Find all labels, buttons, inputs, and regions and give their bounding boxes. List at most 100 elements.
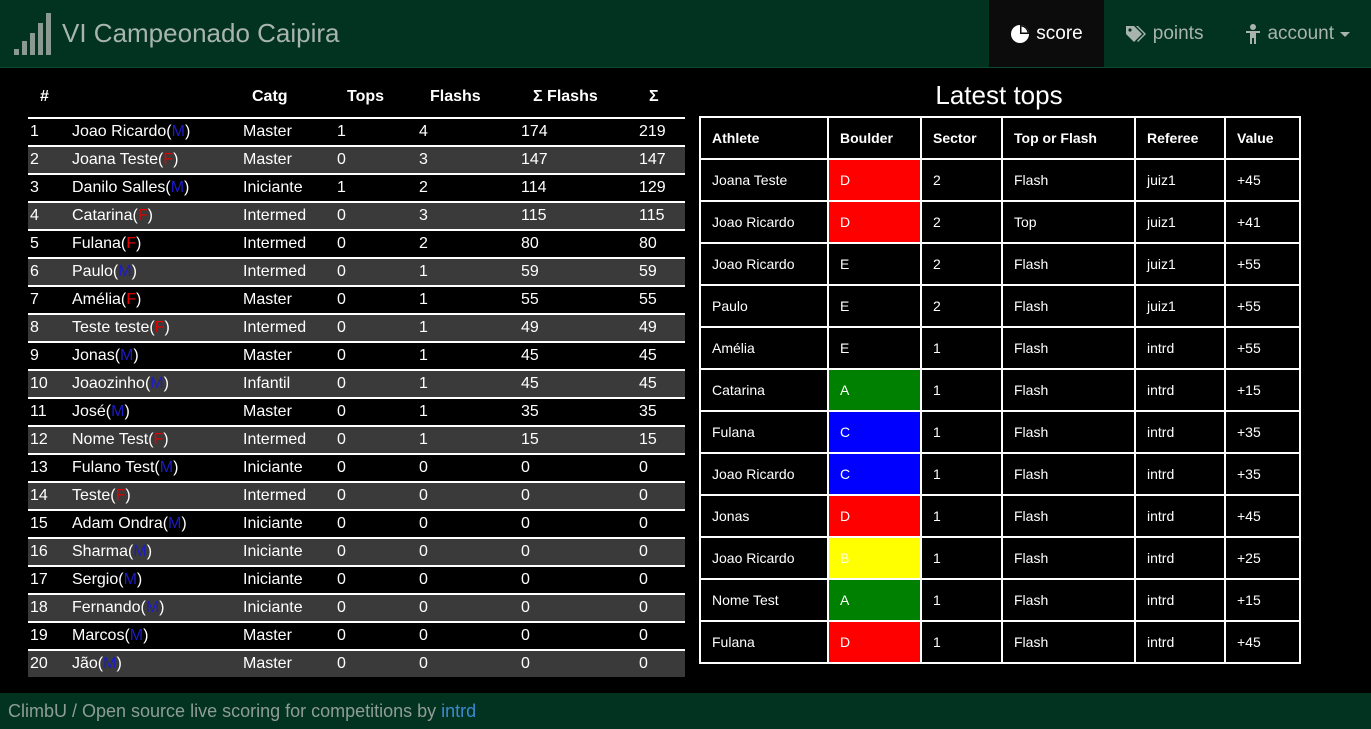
top-value: +25 bbox=[1224, 536, 1301, 580]
score-row: 3 Danilo Salles(M) Iniciante 1 2 114 129 bbox=[28, 173, 685, 202]
athlete-name: Sergio bbox=[72, 571, 119, 588]
score-flashs: 3 bbox=[419, 201, 521, 230]
gender-label: M bbox=[171, 123, 185, 140]
score-athlete: Fernando(M) bbox=[72, 593, 243, 622]
score-sum-flashs: 49 bbox=[521, 313, 639, 342]
score-rank: 9 bbox=[28, 341, 72, 370]
score-total: 0 bbox=[639, 453, 685, 482]
latest-tops-body: Joana Teste D 2 Flash juiz1 +45 Joao Ricardo D 2… bbox=[699, 158, 1301, 664]
score-sum-flashs: 147 bbox=[521, 145, 639, 174]
col-total: Σ bbox=[649, 88, 659, 105]
score-tops: 0 bbox=[337, 509, 419, 538]
score-catg: Iniciante bbox=[243, 173, 337, 202]
top-sector: 1 bbox=[920, 410, 1003, 454]
score-rank: 2 bbox=[28, 145, 72, 174]
gender-label: M bbox=[168, 515, 182, 532]
score-catg: Iniciante bbox=[243, 453, 337, 482]
top-type: Flash bbox=[1001, 536, 1136, 580]
top-boulder: C bbox=[827, 452, 922, 496]
tags-icon bbox=[1125, 25, 1146, 42]
col-flashs: Flashs bbox=[430, 88, 481, 105]
score-total: 49 bbox=[639, 313, 685, 342]
brand[interactable]: VI Campeonado Caipira bbox=[14, 8, 340, 58]
score-row: 15 Adam Ondra(M) Iniciante 0 0 0 0 bbox=[28, 509, 685, 538]
caret-down-icon bbox=[1340, 32, 1350, 37]
score-flashs: 1 bbox=[419, 397, 521, 426]
score-catg: Master bbox=[243, 621, 337, 650]
top-value: +45 bbox=[1224, 158, 1301, 202]
top-athlete: Paulo bbox=[699, 284, 829, 328]
top-athlete: Joao Ricardo bbox=[699, 200, 829, 244]
athlete-name: Amélia bbox=[72, 291, 121, 308]
col-sum-flashs: Σ Flashs bbox=[533, 88, 598, 105]
top-sector: 1 bbox=[920, 620, 1003, 664]
score-total: 0 bbox=[639, 565, 685, 594]
score-athlete: Paulo(M) bbox=[72, 257, 243, 286]
score-tops: 0 bbox=[337, 425, 419, 454]
score-tops: 0 bbox=[337, 229, 419, 258]
nav-account[interactable]: account bbox=[1224, 0, 1371, 67]
score-rank: 7 bbox=[28, 285, 72, 314]
top-row: Fulana C 1 Flash intrd +35 bbox=[699, 410, 1301, 454]
score-row: 13 Fulano Test(M) Iniciante 0 0 0 0 bbox=[28, 453, 685, 482]
top-value: +55 bbox=[1224, 242, 1301, 286]
athlete-name: Jonas bbox=[72, 347, 115, 364]
score-tops: 0 bbox=[337, 649, 419, 677]
footer-author-link[interactable]: intrd bbox=[441, 701, 476, 721]
score-athlete: Jão(M) bbox=[72, 649, 243, 677]
score-total: 45 bbox=[639, 369, 685, 398]
score-row: 7 Amélia(F) Master 0 1 55 55 bbox=[28, 285, 685, 314]
top-type: Flash bbox=[1001, 578, 1136, 622]
score-flashs: 0 bbox=[419, 565, 521, 594]
col-athlete: Athlete bbox=[699, 116, 829, 160]
gender-label: M bbox=[123, 571, 137, 588]
top-row: Joana Teste D 2 Flash juiz1 +45 bbox=[699, 158, 1301, 202]
score-row: 2 Joana Teste(F) Master 0 3 147 147 bbox=[28, 145, 685, 174]
col-referee: Referee bbox=[1134, 116, 1226, 160]
col-catg: Catg bbox=[252, 88, 288, 105]
score-rank: 5 bbox=[28, 229, 72, 258]
athlete-name: Teste teste bbox=[72, 319, 150, 336]
score-flashs: 1 bbox=[419, 257, 521, 286]
score-sum-flashs: 0 bbox=[521, 565, 639, 594]
score-flashs: 2 bbox=[419, 229, 521, 258]
score-tops: 0 bbox=[337, 145, 419, 174]
score-tops: 0 bbox=[337, 565, 419, 594]
scoreboard-table: # Catg Tops Flashs Σ Flashs Σ 1 Joao Rica… bbox=[28, 77, 685, 677]
athlete-name: Joana Teste bbox=[72, 151, 158, 168]
gender-label: F bbox=[115, 487, 126, 504]
score-total: 0 bbox=[639, 593, 685, 622]
top-referee: intrd bbox=[1134, 536, 1226, 580]
score-tops: 0 bbox=[337, 481, 419, 510]
gender-label: M bbox=[120, 347, 134, 364]
score-flashs: 0 bbox=[419, 537, 521, 566]
score-flashs: 0 bbox=[419, 481, 521, 510]
top-boulder: E bbox=[827, 242, 922, 286]
top-value: +45 bbox=[1224, 620, 1301, 664]
score-athlete: Joana Teste(F) bbox=[72, 145, 243, 174]
score-athlete: Sergio(M) bbox=[72, 565, 243, 594]
navbar: VI Campeonado Caipira score points accou… bbox=[0, 0, 1371, 68]
col-name bbox=[72, 77, 243, 118]
score-athlete: Adam Ondra(M) bbox=[72, 509, 243, 538]
score-flashs: 0 bbox=[419, 509, 521, 538]
top-referee: intrd bbox=[1134, 326, 1226, 370]
score-total: 45 bbox=[639, 341, 685, 370]
score-sum-flashs: 0 bbox=[521, 481, 639, 510]
score-tops: 1 bbox=[337, 117, 419, 146]
score-rank: 15 bbox=[28, 509, 72, 538]
score-rank: 3 bbox=[28, 173, 72, 202]
score-catg: Iniciante bbox=[243, 537, 337, 566]
athlete-name: José bbox=[72, 403, 106, 420]
score-flashs: 0 bbox=[419, 593, 521, 622]
top-type: Flash bbox=[1001, 620, 1136, 664]
score-rank: 18 bbox=[28, 593, 72, 622]
top-sector: 1 bbox=[920, 452, 1003, 496]
athlete-name: Catarina bbox=[72, 207, 133, 224]
scoreboard: # Catg Tops Flashs Σ Flashs Σ 1 Joao Rica… bbox=[28, 77, 685, 677]
nav-points[interactable]: points bbox=[1104, 0, 1225, 67]
score-catg: Master bbox=[243, 117, 337, 146]
score-row: 1 Joao Ricardo(M) Master 1 4 174 219 bbox=[28, 117, 685, 146]
nav-score[interactable]: score bbox=[989, 0, 1104, 67]
top-athlete: Fulana bbox=[699, 410, 829, 454]
